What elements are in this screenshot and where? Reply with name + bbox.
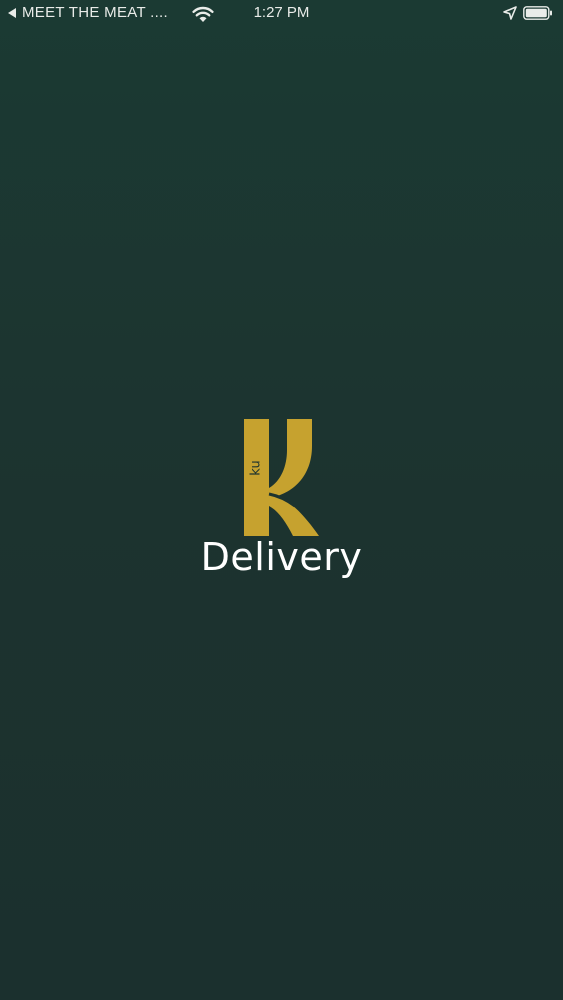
splash-logo: ku Delivery [0,418,563,588]
logo-letters: ku [249,460,264,475]
status-bar: MEET THE MEAT .... 1:27 PM [0,0,563,28]
ku-logo-mark: ku [244,419,319,536]
location-arrow-icon [503,6,517,20]
wordmark: Delivery [200,535,363,579]
status-time: 1:27 PM [253,4,310,21]
battery-icon [523,6,552,20]
